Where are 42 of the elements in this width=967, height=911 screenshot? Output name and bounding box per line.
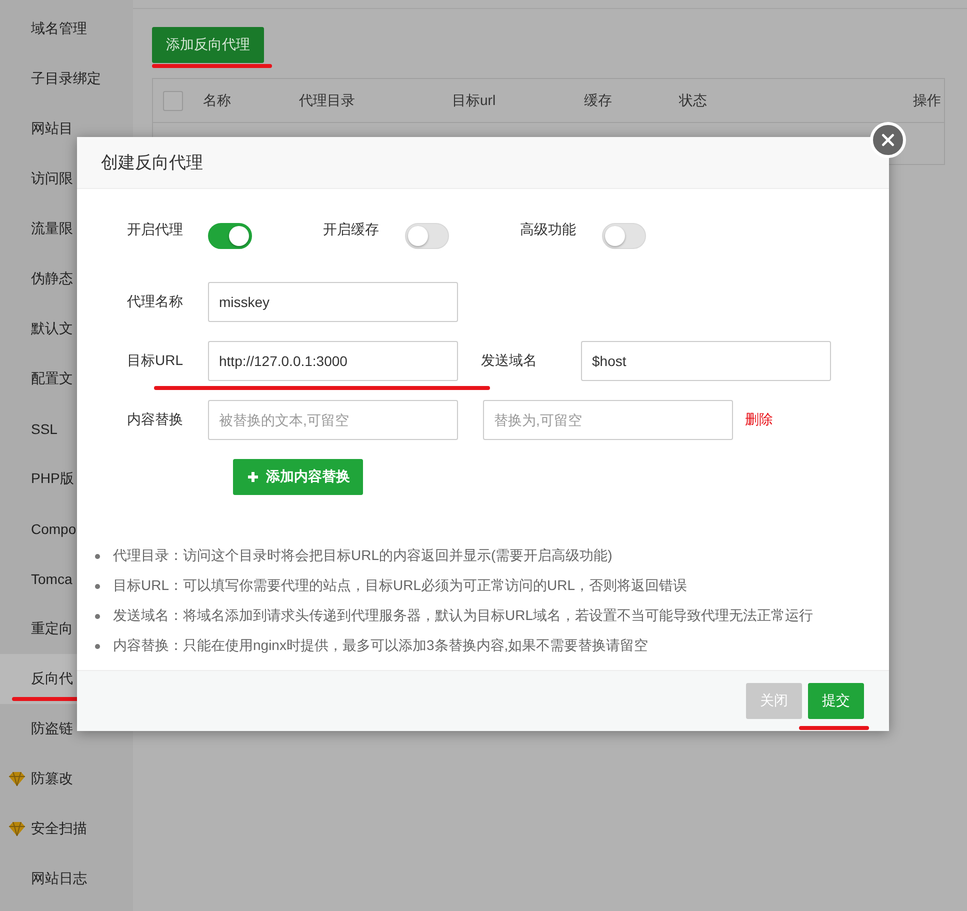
close-button[interactable] xyxy=(870,122,906,158)
help-text: 内容替换：只能在使用nginx时提供，最多可以添加3条替换内容,如果不需要替换请留空 xyxy=(113,637,648,655)
field-label: 发送域名 xyxy=(481,352,538,370)
input-field[interactable]: 替换为,可留空 xyxy=(483,400,733,440)
column-header: 状态 xyxy=(679,92,707,110)
delete-link[interactable]: 删除 xyxy=(745,411,773,429)
add-proxy-button[interactable]: 添加反向代理 xyxy=(152,27,264,63)
field-label: 目标URL xyxy=(126,352,184,370)
sidebar-item[interactable]: 域名管理 xyxy=(0,4,133,54)
help-text: 目标URL：可以填写你需要代理的站点，目标URL必须为可正常访问的URL，否则将返回错误 xyxy=(113,577,688,595)
input-field[interactable]: $host xyxy=(581,341,831,381)
input-field[interactable]: 被替换的文本,可留空 xyxy=(208,400,458,440)
plus-icon xyxy=(247,471,259,483)
checkbox[interactable] xyxy=(163,90,183,110)
column-header: 目标url xyxy=(452,92,496,110)
column-header: 代理目录 xyxy=(299,92,355,110)
help-text: 代理目录：访问这个目录时将会把目标URL的内容返回并显示(需要开启高级功能) xyxy=(113,547,612,565)
column-header: 缓存 xyxy=(584,92,612,110)
field-label: 代理名称 xyxy=(126,293,184,311)
switch-label: 开启代理 xyxy=(126,221,184,239)
diamond-icon xyxy=(9,772,25,786)
bullet-icon xyxy=(95,584,100,588)
column-header: 名称 xyxy=(203,92,231,110)
sidebar-item[interactable]: 子目录绑定 xyxy=(0,54,133,104)
sidebar-item[interactable]: 网站目 xyxy=(0,104,133,154)
input-field[interactable]: misskey xyxy=(208,282,458,322)
diamond-icon xyxy=(9,822,25,836)
bullet-icon xyxy=(95,554,100,558)
close-icon xyxy=(880,132,896,148)
dialog-title: 创建反向代理 xyxy=(101,152,203,174)
help-text: 发送域名：将域名添加到请求头传递到代理服务器，默认为目标URL域名，若设置不当可能导致代理无法正常运行 xyxy=(113,607,814,625)
column-header: 操作 xyxy=(913,92,941,110)
switch-label: 开启缓存 xyxy=(323,221,379,239)
input-field[interactable]: http://127.0.0.1:3000 xyxy=(208,341,458,381)
sidebar-item[interactable]: 防篡改 xyxy=(0,754,133,804)
bullet-icon xyxy=(95,614,100,618)
toggle-switch[interactable] xyxy=(208,223,252,249)
field-label: 内容替换 xyxy=(126,411,184,429)
sidebar-item[interactable]: 网站日志 xyxy=(0,854,133,904)
switch-label: 高级功能 xyxy=(520,221,576,239)
bullet-icon xyxy=(95,644,100,648)
sidebar-item[interactable]: 安全扫描 xyxy=(0,804,133,854)
